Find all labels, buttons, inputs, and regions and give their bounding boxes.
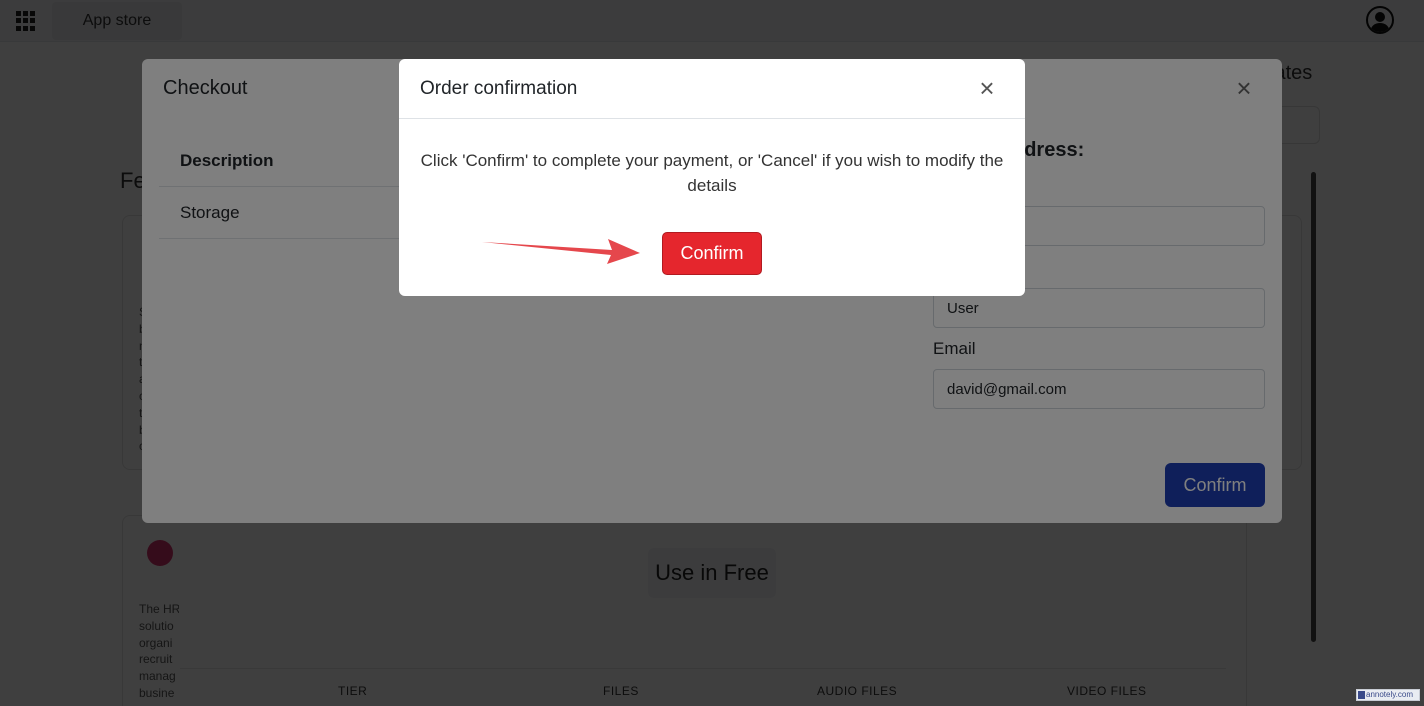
close-icon[interactable]: × [975, 75, 999, 101]
watermark-text: annotely.com [1366, 690, 1413, 699]
annotation-arrow-shape [482, 239, 640, 264]
modal-header: Order confirmation × [399, 59, 1025, 119]
annotely-logo-icon [1358, 691, 1365, 699]
modal-title: Order confirmation [420, 78, 578, 99]
annotation-arrow-icon [482, 239, 640, 264]
annotely-watermark: annotely.com [1356, 689, 1420, 701]
confirm-button[interactable]: Confirm [662, 232, 762, 275]
confirmation-message: Click 'Confirm' to complete your payment… [420, 151, 1004, 195]
